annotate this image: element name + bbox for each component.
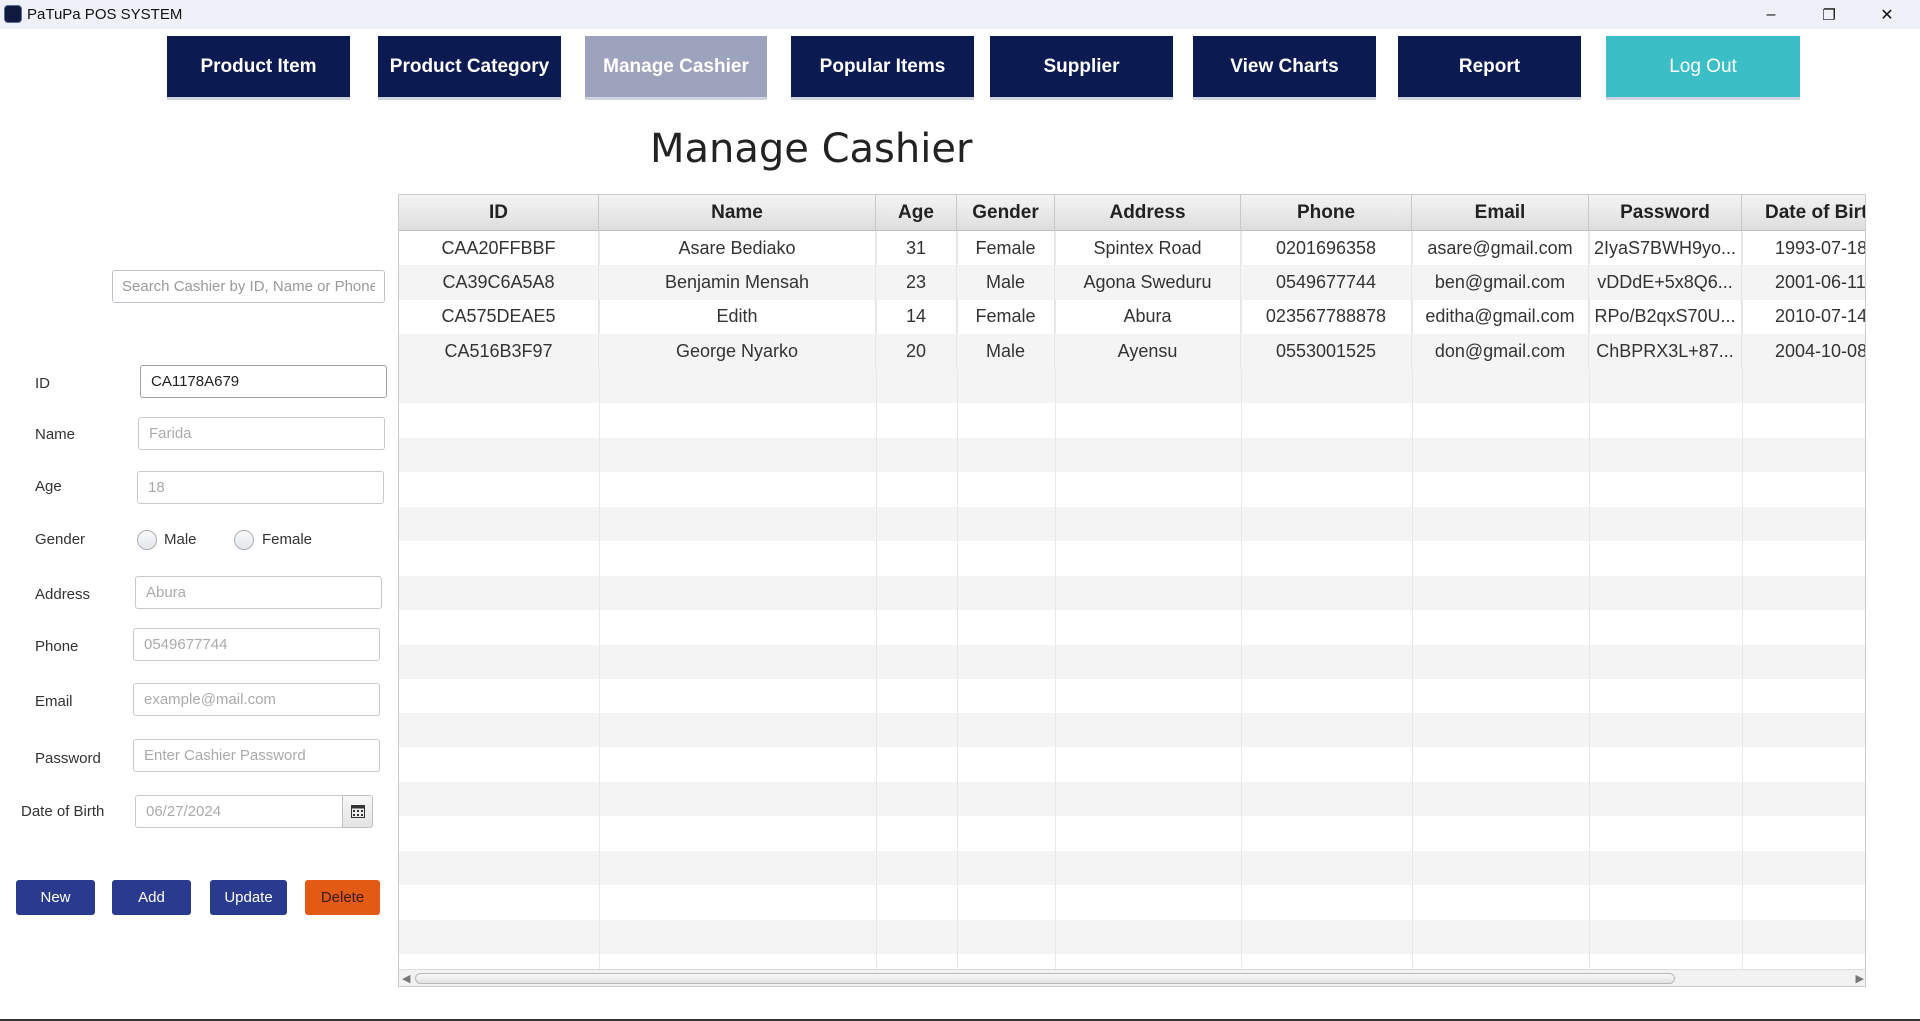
cell-phone: 0549677744 bbox=[1241, 265, 1412, 300]
id-label: ID bbox=[35, 375, 50, 392]
scroll-thumb[interactable] bbox=[415, 973, 1675, 984]
col-header-email[interactable]: Email bbox=[1412, 195, 1589, 231]
search-input[interactable] bbox=[112, 270, 385, 303]
age-label: Age bbox=[35, 478, 62, 495]
col-header-dob[interactable]: Date of Birth bbox=[1742, 195, 1865, 231]
male-radio-label: Male bbox=[164, 531, 197, 548]
gender-label: Gender bbox=[35, 531, 86, 548]
male-radio[interactable] bbox=[137, 530, 157, 550]
cell-email: don@gmail.com bbox=[1412, 334, 1589, 369]
cell-password: ChBPRX3L+87... bbox=[1589, 334, 1742, 369]
cell-email: asare@gmail.com bbox=[1412, 231, 1589, 266]
cell-id: CA516B3F97 bbox=[399, 334, 599, 369]
age-field[interactable] bbox=[137, 471, 384, 504]
title-bar: PaTuPa POS SYSTEM – ❐ ✕ bbox=[0, 0, 1920, 29]
col-header-name[interactable]: Name bbox=[599, 195, 876, 231]
cell-dob: 2010-07-14 bbox=[1775, 306, 1866, 327]
cell-gender: Female bbox=[957, 231, 1055, 266]
cell-gender: Male bbox=[957, 265, 1055, 300]
minimize-icon[interactable]: – bbox=[1748, 0, 1794, 29]
cell-age: 14 bbox=[876, 299, 957, 335]
id-field[interactable] bbox=[140, 365, 387, 398]
table-row[interactable]: CA516B3F97 George Nyarko 20 Male Ayensu … bbox=[399, 334, 1866, 369]
female-radio[interactable] bbox=[234, 530, 254, 550]
phone-field[interactable] bbox=[133, 628, 380, 661]
add-button[interactable]: Add bbox=[112, 880, 191, 915]
cell-name: Edith bbox=[599, 299, 876, 335]
calendar-icon bbox=[350, 805, 365, 818]
password-field[interactable] bbox=[133, 739, 380, 772]
scroll-right-icon[interactable]: ▶ bbox=[1856, 972, 1864, 985]
cell-id: CA39C6A5A8 bbox=[399, 265, 599, 300]
cell-gender: Male bbox=[957, 334, 1055, 369]
nav-report[interactable]: Report bbox=[1398, 36, 1581, 100]
cell-dob: 2001-06-11 bbox=[1775, 272, 1866, 293]
cell-name: Asare Bediako bbox=[599, 231, 876, 266]
email-label: Email bbox=[35, 693, 73, 710]
app-icon bbox=[4, 5, 22, 23]
update-button[interactable]: Update bbox=[210, 880, 287, 915]
password-label: Password bbox=[35, 750, 101, 767]
nav-popular-items[interactable]: Popular Items bbox=[791, 36, 974, 100]
table-row[interactable]: CAA20FFBBF Asare Bediako 31 Female Spint… bbox=[399, 231, 1866, 266]
restore-icon[interactable]: ❐ bbox=[1806, 0, 1852, 29]
cell-address: Abura bbox=[1055, 299, 1241, 335]
cell-password: RPo/B2qxS70U... bbox=[1589, 299, 1742, 335]
close-icon[interactable]: ✕ bbox=[1864, 0, 1910, 29]
cell-password: vDDdE+5x8Q6... bbox=[1589, 265, 1742, 300]
nav-view-charts[interactable]: View Charts bbox=[1193, 36, 1376, 100]
log-out-button[interactable]: Log Out bbox=[1606, 36, 1800, 100]
cell-address: Spintex Road bbox=[1055, 231, 1241, 266]
table-row[interactable]: CA39C6A5A8 Benjamin Mensah 23 Male Agona… bbox=[399, 265, 1866, 300]
col-header-password[interactable]: Password bbox=[1589, 195, 1742, 231]
cell-address: Ayensu bbox=[1055, 334, 1241, 369]
cell-age: 23 bbox=[876, 265, 957, 300]
nav-supplier[interactable]: Supplier bbox=[990, 36, 1173, 100]
nav-manage-cashier[interactable]: Manage Cashier bbox=[585, 36, 767, 100]
dob-label: Date of Birth bbox=[21, 803, 105, 820]
cell-age: 31 bbox=[876, 231, 957, 266]
email-field[interactable] bbox=[133, 683, 380, 716]
cell-dob: 1993-07-18 bbox=[1775, 237, 1866, 258]
cell-email: editha@gmail.com bbox=[1412, 299, 1589, 335]
cell-phone: 023567788878 bbox=[1241, 299, 1412, 335]
page-title: Manage Cashier bbox=[650, 126, 973, 172]
table-header: ID Name Age Gender Address Phone Email P… bbox=[399, 195, 1865, 231]
cell-password: 2IyaS7BWH9yo... bbox=[1589, 231, 1742, 266]
phone-label: Phone bbox=[35, 638, 79, 655]
address-field[interactable] bbox=[135, 576, 382, 609]
nav-product-category[interactable]: Product Category bbox=[378, 36, 561, 100]
cell-phone: 0201696358 bbox=[1241, 231, 1412, 266]
cell-dob: 2004-10-08 bbox=[1775, 340, 1866, 361]
table-row[interactable]: CA575DEAE5 Edith 14 Female Abura 0235677… bbox=[399, 299, 1866, 335]
cell-email: ben@gmail.com bbox=[1412, 265, 1589, 300]
cell-address: Agona Sweduru bbox=[1055, 265, 1241, 300]
cell-id: CAA20FFBBF bbox=[399, 231, 599, 266]
calendar-button[interactable] bbox=[342, 795, 373, 828]
col-header-gender[interactable]: Gender bbox=[957, 195, 1055, 231]
col-header-id[interactable]: ID bbox=[399, 195, 599, 231]
delete-button[interactable]: Delete bbox=[305, 880, 380, 915]
female-radio-label: Female bbox=[262, 531, 313, 548]
horizontal-scrollbar[interactable]: ◀ ▶ bbox=[399, 969, 1865, 986]
cell-name: Benjamin Mensah bbox=[599, 265, 876, 300]
cell-gender: Female bbox=[957, 299, 1055, 335]
name-label: Name bbox=[35, 426, 76, 443]
name-field[interactable] bbox=[138, 417, 385, 450]
cell-id: CA575DEAE5 bbox=[399, 299, 599, 335]
cell-age: 20 bbox=[876, 334, 957, 369]
col-header-phone[interactable]: Phone bbox=[1241, 195, 1412, 231]
address-label: Address bbox=[35, 586, 91, 603]
scroll-left-icon[interactable]: ◀ bbox=[402, 972, 410, 985]
nav-product-item[interactable]: Product Item bbox=[167, 36, 350, 100]
new-button[interactable]: New bbox=[16, 880, 95, 915]
col-header-age[interactable]: Age bbox=[876, 195, 957, 231]
col-header-address[interactable]: Address bbox=[1055, 195, 1241, 231]
cell-name: George Nyarko bbox=[599, 334, 876, 369]
cell-phone: 0553001525 bbox=[1241, 334, 1412, 369]
dob-field[interactable] bbox=[135, 795, 343, 828]
window-title: PaTuPa POS SYSTEM bbox=[27, 6, 183, 23]
cashier-table[interactable]: ID Name Age Gender Address Phone Email P… bbox=[398, 194, 1866, 987]
